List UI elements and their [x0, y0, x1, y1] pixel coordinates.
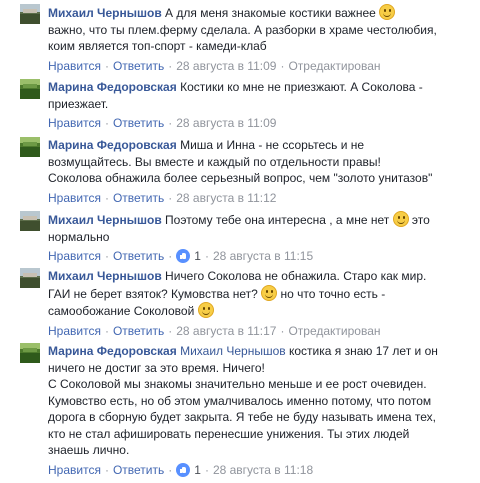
like-reaction-icon[interactable] [176, 462, 191, 477]
separator: · [168, 58, 173, 73]
edited-label[interactable]: Отредактирован [288, 58, 380, 74]
timestamp[interactable]: 28 августа в 11:18 [213, 462, 313, 478]
comment: Марина Федоровская Костики ко мне не при… [20, 79, 474, 131]
like-count[interactable]: 1 [194, 248, 201, 264]
separator: · [168, 462, 173, 477]
comment-actions: Нравится · Ответить · 28 августа в 11:09… [48, 58, 474, 74]
comment: Михаил Чернышов Ничего Соколова не обнаж… [20, 268, 474, 339]
comment-body: Михаил Чернышов Поэтому тебе она интерес… [48, 211, 474, 245]
comment-text: это [411, 213, 430, 227]
avatar[interactable] [20, 137, 40, 157]
comment-text: С Соколовой мы знакомы значительно меньш… [48, 377, 427, 391]
comment-body: Марина Федоровская Костики ко мне не при… [48, 79, 474, 112]
comment-author[interactable]: Марина Федоровская [48, 138, 177, 152]
reply-link[interactable]: Ответить [113, 248, 164, 264]
comment: Михаил Чернышов А для меня знакомые кост… [20, 4, 474, 74]
comment-text: Соколова обнажила более серьезный вопрос… [48, 171, 433, 185]
smile-emoji-icon [197, 302, 214, 318]
avatar[interactable] [20, 268, 40, 288]
avatar[interactable] [20, 79, 40, 99]
comment-text: кто не стал афишировать перенесшие униже… [48, 426, 410, 441]
comment: Михаил Чернышов Поэтому тебе она интерес… [20, 211, 474, 264]
like-count[interactable]: 1 [194, 462, 201, 478]
comment-text: самообожание Соколовой [48, 304, 195, 318]
separator: · [104, 462, 109, 477]
smile-emoji-icon [379, 4, 396, 20]
comment-actions: Нравится · Ответить · 28 августа в 11:17… [48, 323, 474, 339]
reply-link[interactable]: Ответить [113, 190, 164, 206]
comment-text: возмущайтесь. Вы вместе и каждый по отде… [48, 154, 381, 169]
timestamp[interactable]: 28 августа в 11:09 [176, 115, 276, 131]
separator: · [104, 249, 109, 263]
like-link[interactable]: Нравится [48, 323, 101, 339]
separator: · [280, 323, 285, 338]
separator: · [104, 323, 109, 338]
comment-actions: Нравится · Ответить · 28 августа в 11:12 [48, 190, 474, 206]
comment-text: приезжает. [48, 96, 109, 111]
separator: · [104, 58, 109, 73]
avatar[interactable] [20, 4, 40, 24]
comment-author[interactable]: Марина Федоровская [48, 80, 177, 94]
comment-text: А для меня знакомые костики важнее [165, 6, 376, 20]
reply-link[interactable]: Ответить [113, 462, 164, 478]
separator: · [168, 190, 173, 205]
avatar[interactable] [20, 343, 40, 363]
timestamp[interactable]: 28 августа в 11:17 [176, 323, 276, 339]
comment-text: Поэтому тебе она интересна , а мне нет [165, 213, 390, 227]
separator: · [168, 116, 173, 130]
comment-author[interactable]: Михаил Чернышов [48, 6, 162, 20]
comment-actions: Нравится · Ответить · 28 августа в 11:09 [48, 115, 474, 131]
separator: · [104, 190, 109, 205]
separator: · [168, 323, 173, 338]
like-link[interactable]: Нравится [48, 248, 101, 264]
separator: · [204, 462, 209, 477]
separator: · [168, 249, 173, 263]
comment-text: костика я знаю 17 лет и он [289, 344, 438, 358]
reply-link[interactable]: Ответить [113, 58, 164, 74]
comment-text: Миша и Инна - не ссорьтесь и не [180, 138, 365, 152]
comment-author[interactable]: Михаил Чернышов [48, 269, 162, 283]
comment-author[interactable]: Марина Федоровская [48, 344, 177, 358]
edited-label[interactable]: Отредактирован [288, 323, 380, 339]
separator: · [204, 249, 209, 263]
comment-text: дорога в сборную будет закрыта. Я тебе н… [48, 410, 437, 424]
like-link[interactable]: Нравится [48, 462, 101, 478]
comment: Марина Федоровская Миша и Инна - не ссор… [20, 137, 474, 206]
timestamp[interactable]: 28 августа в 11:12 [176, 190, 276, 206]
comment-body: Михаил Чернышов А для меня знакомые кост… [48, 4, 474, 55]
comment-text: знаешь лично. [48, 443, 130, 457]
smile-emoji-icon [261, 284, 278, 301]
comment-text: ничего не достиг за это время. Ничего! [48, 360, 265, 375]
comment-text: Костики ко мне не приезжают. А Соколова … [180, 80, 423, 94]
like-link[interactable]: Нравится [48, 115, 101, 131]
comment-text: нормально [48, 229, 110, 244]
comment-body: Марина Федоровская Михаил Чернышов кости… [48, 343, 474, 459]
reply-link[interactable]: Ответить [113, 115, 164, 131]
comment-text: Ничего Соколова не обнажила. Старо как м… [165, 269, 427, 283]
separator: · [280, 58, 285, 73]
comment-body: Марина Федоровская Миша и Инна - не ссор… [48, 137, 474, 187]
comment-actions: Нравится · Ответить · 1 · 28 августа в 1… [48, 248, 474, 264]
comment-text: коим является топ-спорт - камеди-клаб [48, 39, 267, 53]
timestamp[interactable]: 28 августа в 11:15 [213, 248, 313, 264]
reply-link[interactable]: Ответить [113, 323, 164, 339]
mention-link[interactable]: Михаил Чернышов [180, 344, 286, 358]
comment-text: ГАИ не берет взяток? Кумовства нет? [48, 286, 258, 301]
separator: · [104, 116, 109, 130]
like-link[interactable]: Нравится [48, 58, 101, 74]
comment: Марина Федоровская Михаил Чернышов кости… [20, 343, 474, 478]
smile-emoji-icon [392, 211, 409, 227]
like-reaction-icon[interactable] [176, 249, 191, 263]
comment-text: важно, что ты плем.ферму сделала. А разб… [48, 22, 437, 37]
comment-text: но что точно есть - [280, 286, 386, 301]
comment-body: Михаил Чернышов Ничего Соколова не обнаж… [48, 268, 474, 320]
comment-text: Кумовство есть, но об этом умалчивалось … [48, 393, 432, 408]
comment-actions: Нравится · Ответить · 1 · 28 августа в 1… [48, 462, 474, 478]
timestamp[interactable]: 28 августа в 11:09 [176, 58, 276, 74]
like-link[interactable]: Нравится [48, 190, 101, 206]
comment-author[interactable]: Михаил Чернышов [48, 213, 162, 227]
avatar[interactable] [20, 211, 40, 231]
